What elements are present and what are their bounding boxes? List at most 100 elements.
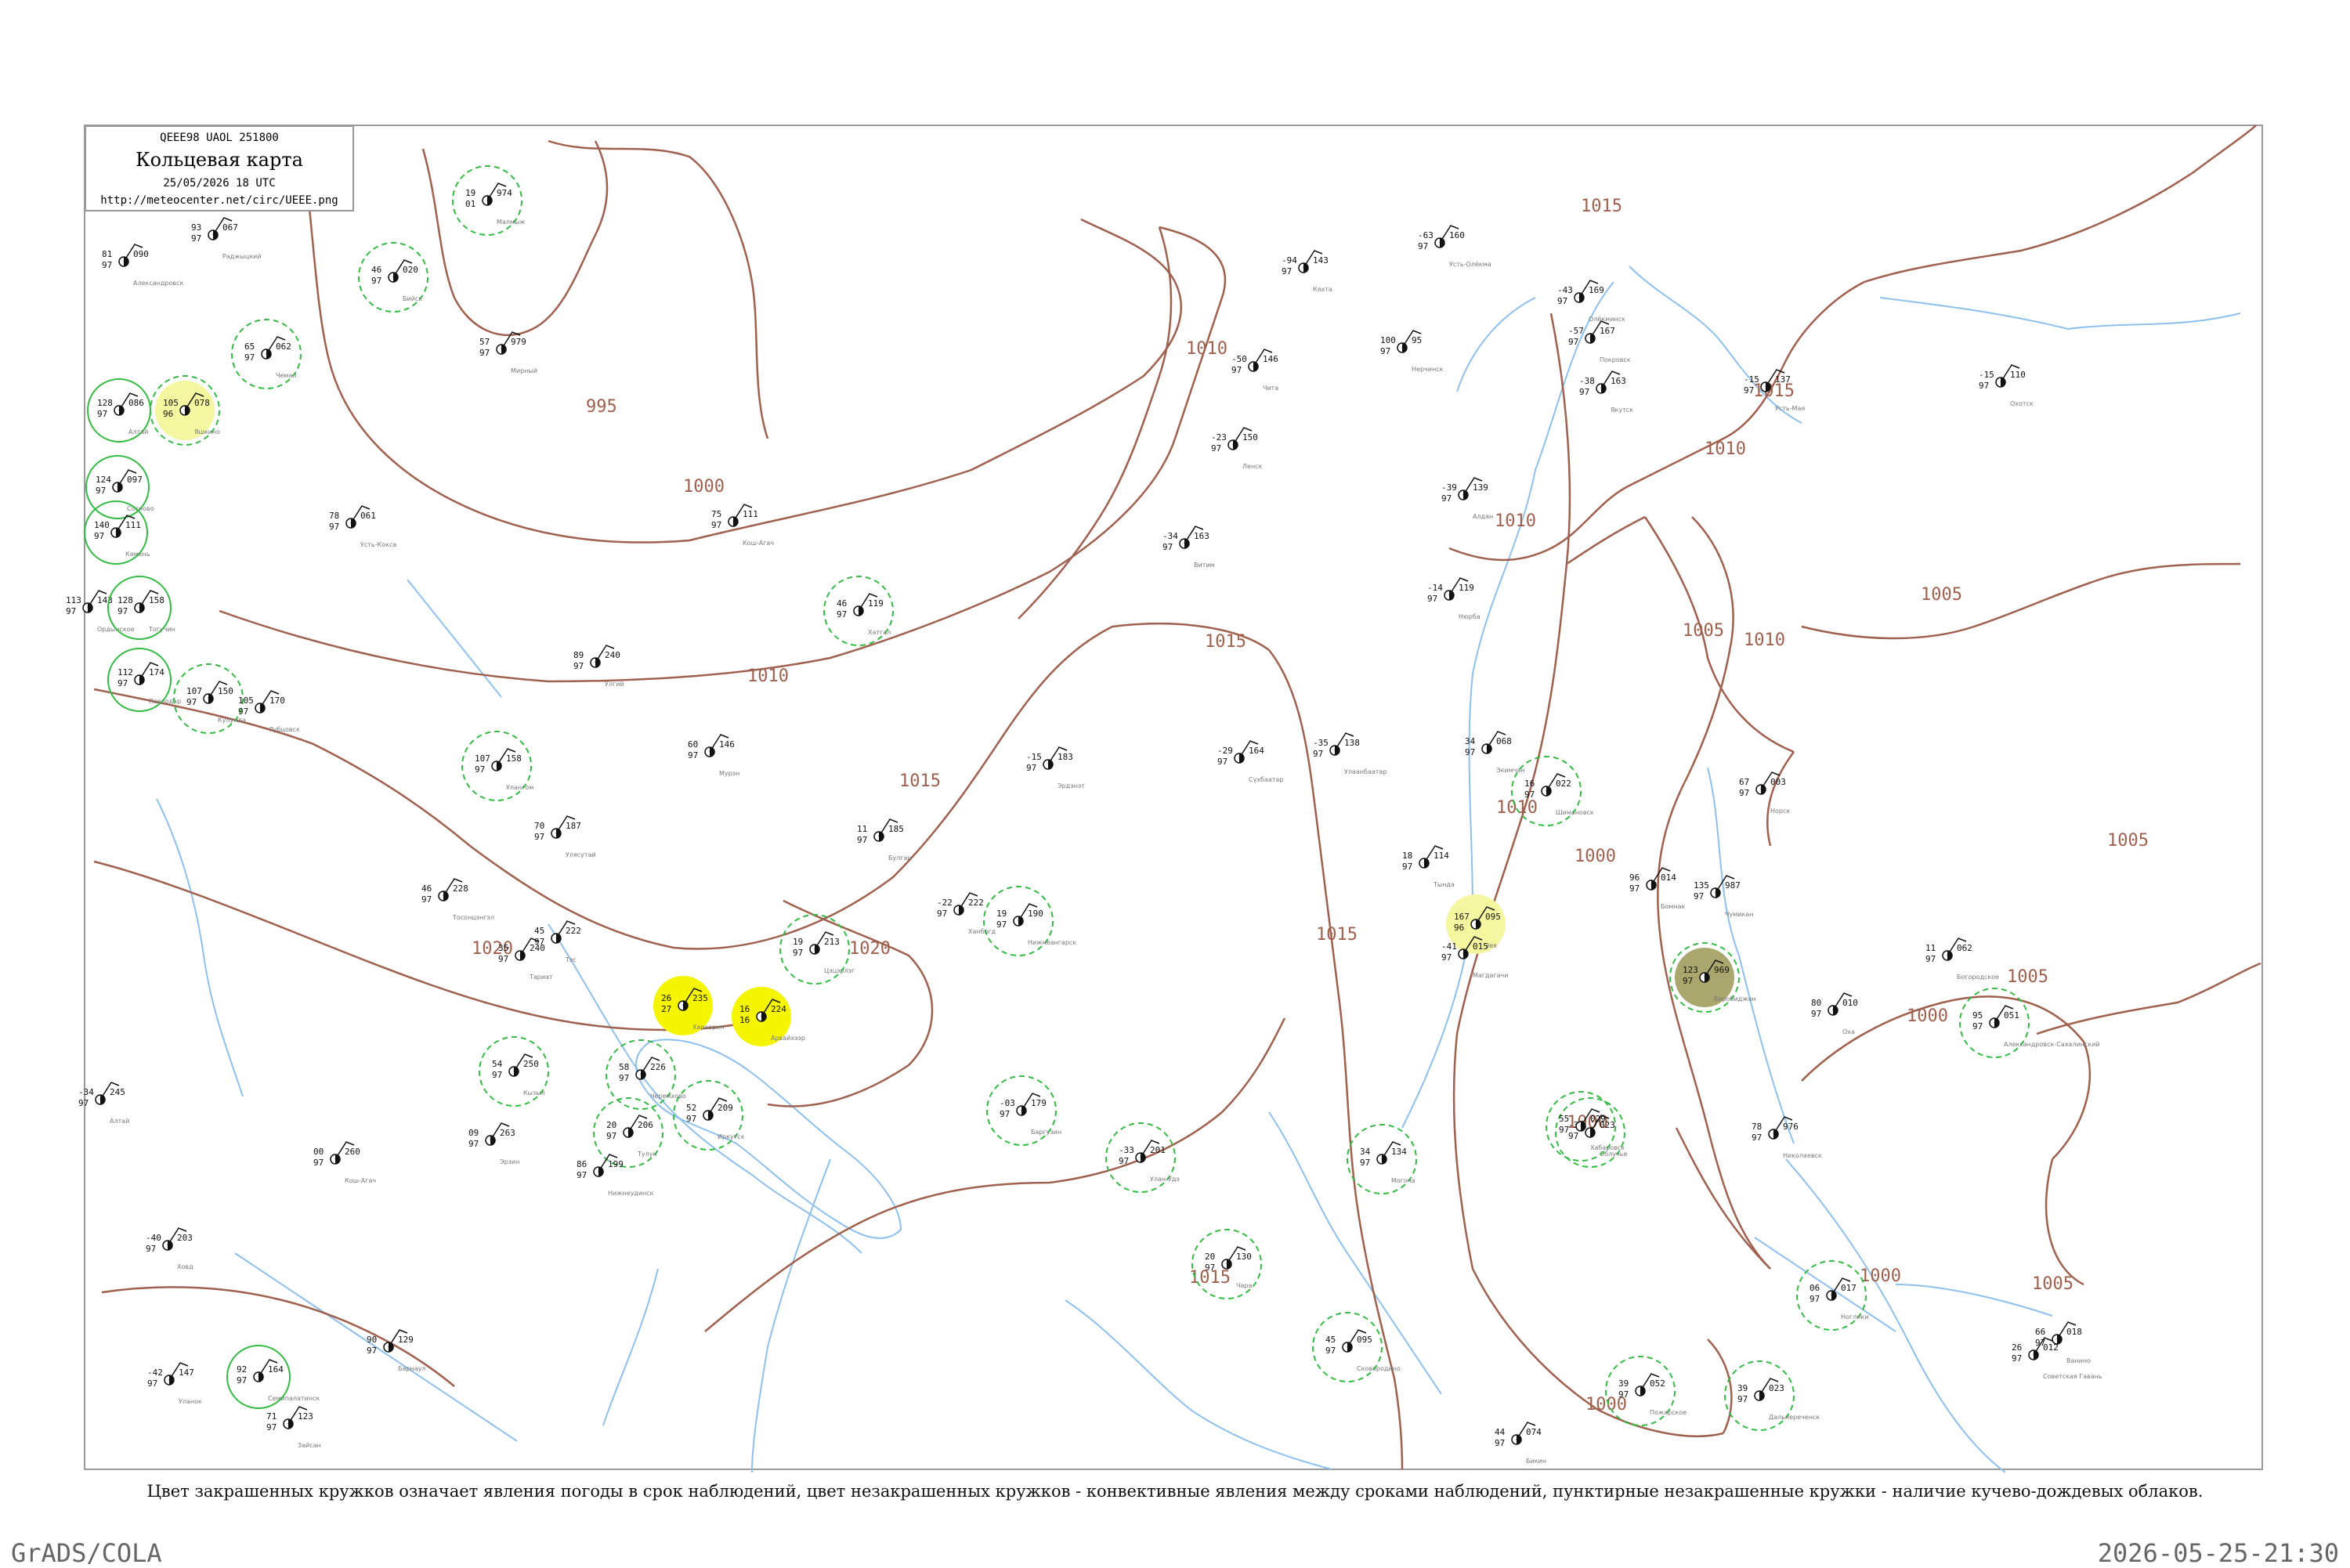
station-pressure: 022: [1556, 779, 1571, 789]
station-name: Тосонцэнгэл: [452, 914, 494, 921]
station-pressure: 150: [218, 686, 233, 696]
isobar-label: 1005: [1683, 621, 1724, 641]
generation-timestamp: 2026-05-25-21:30: [2097, 1538, 2339, 1568]
station-dewpoint: 97: [1739, 788, 1749, 798]
station-temperature: -34: [1162, 531, 1178, 541]
station-name: Якутск: [1611, 406, 1633, 414]
station-name: Павлодар: [149, 698, 181, 705]
station-pressure: 222: [566, 926, 581, 936]
station-temperature: 19: [465, 188, 475, 198]
station-dewpoint: 97: [573, 661, 584, 671]
map-url[interactable]: http://meteocenter.net/circ/UEEE.png: [86, 194, 352, 207]
station-name: Оха: [1842, 1028, 1855, 1035]
station-pressure: 160: [1449, 230, 1465, 240]
station-dewpoint: 97: [66, 606, 76, 616]
station-name: Нюрба: [1459, 613, 1480, 620]
station-pressure: 114: [1434, 851, 1449, 861]
station-pressure: 086: [128, 398, 144, 408]
map-header: QEEE98 UAOL 251800 Кольцевая карта 25/05…: [85, 125, 354, 211]
station-dewpoint: 97: [1313, 749, 1323, 759]
station-dewpoint: 97: [793, 948, 803, 958]
station-temperature: 80: [1811, 998, 1821, 1008]
station-dewpoint: 16: [739, 1015, 750, 1025]
isobar-label: 1020: [849, 939, 891, 959]
station-temperature: 18: [1402, 851, 1412, 861]
station-name: Барнаул: [398, 1365, 425, 1372]
station-temperature: 44: [1495, 1427, 1506, 1437]
station-dewpoint: 97: [118, 678, 128, 688]
station-temperature: -57: [1568, 326, 1584, 336]
station-name: Камень: [125, 551, 150, 558]
station-temperature: -42: [147, 1367, 163, 1378]
station-dewpoint: 97: [237, 1375, 247, 1386]
station-temperature: 55: [1559, 1114, 1569, 1124]
station-pressure: 095: [1357, 1335, 1372, 1345]
station-temperature: 124: [96, 475, 111, 485]
station-temperature: -40: [146, 1233, 161, 1243]
station-name: Сүхбаатар: [1249, 776, 1283, 783]
station-pressure: 051: [2004, 1010, 2019, 1021]
station-pressure: 147: [179, 1367, 194, 1378]
station-temperature: 93: [191, 222, 201, 233]
station-pressure: 245: [110, 1087, 125, 1097]
station-temperature: -41: [1441, 941, 1457, 952]
station-dewpoint: 97: [238, 706, 248, 717]
station-temperature: 20: [1205, 1252, 1215, 1262]
station-name: Алдан: [1473, 513, 1493, 520]
station-temperature: -15: [1026, 752, 1042, 762]
station-name: Сковородино: [1357, 1365, 1401, 1372]
station-name: Ханбогд: [968, 928, 996, 935]
station-dewpoint: 97: [1737, 1394, 1748, 1404]
station-dewpoint: 97: [686, 1114, 696, 1124]
station-name: Покровск: [1600, 356, 1631, 363]
station-pressure: 074: [1526, 1427, 1542, 1437]
station-dewpoint: 97: [266, 1422, 277, 1433]
station-temperature: 128: [97, 398, 113, 408]
station-temperature: 11: [1925, 943, 1936, 953]
station-dewpoint: 97: [937, 909, 947, 919]
station-temperature: -22: [937, 898, 953, 908]
station-temperature: -33: [1119, 1145, 1134, 1155]
station-name: Усть-Олёкма: [1449, 261, 1491, 268]
station-name: Шимановск: [1556, 809, 1594, 816]
station-dewpoint: 97: [97, 409, 107, 419]
station-pressure: 190: [1028, 909, 1043, 919]
station-temperature: 58: [619, 1062, 629, 1072]
station-dewpoint: 97: [837, 609, 847, 620]
station-dewpoint: 97: [1683, 976, 1693, 986]
station-name: Чемал: [276, 372, 296, 379]
station-pressure: 020: [403, 265, 418, 275]
station-name: Черемхово: [650, 1093, 686, 1100]
station-dewpoint: 97: [147, 1378, 157, 1389]
station-pressure: 260: [345, 1147, 360, 1157]
station-dewpoint: 97: [191, 233, 201, 244]
station-pressure: 228: [453, 883, 468, 894]
station-temperature: 112: [118, 667, 133, 677]
station-name: Александровск: [133, 280, 183, 287]
station-pressure: 129: [398, 1335, 414, 1345]
station-dewpoint: 97: [244, 352, 255, 363]
station-temperature: 35: [498, 943, 508, 953]
station-name: Бийск: [403, 295, 422, 302]
station-pressure: 158: [506, 753, 522, 764]
station-temperature: 105: [238, 695, 254, 706]
station-dewpoint: 97: [1217, 757, 1227, 767]
station-temperature: 34: [1360, 1147, 1371, 1157]
station-dewpoint: 97: [1568, 1131, 1578, 1141]
station-temperature: 140: [94, 520, 110, 530]
station-pressure: 226: [650, 1062, 666, 1072]
isobar-label: 1010: [1495, 511, 1536, 531]
station-name: Мирный: [511, 367, 537, 374]
station-temperature: 52: [686, 1103, 696, 1113]
station-dewpoint: 96: [1454, 923, 1464, 933]
station-pressure: 209: [718, 1103, 733, 1113]
isobar-label: 1015: [1316, 925, 1358, 945]
station-pressure: 250: [523, 1059, 539, 1069]
station-pressure: 185: [888, 824, 904, 834]
station-dewpoint: 97: [1380, 346, 1390, 356]
station-temperature: -94: [1282, 255, 1297, 266]
station-pressure: 164: [1249, 746, 1264, 756]
station-name: Бомнак: [1661, 903, 1686, 910]
station-name: Рубцовск: [269, 726, 300, 733]
station-name: Ховд: [177, 1263, 193, 1270]
